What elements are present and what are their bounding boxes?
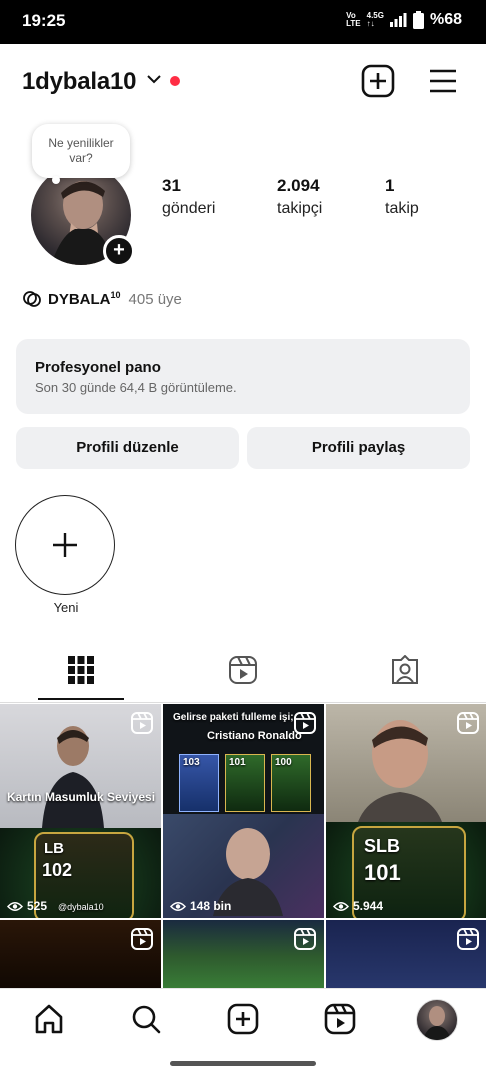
card-2: 101 [225, 754, 265, 812]
profile-avatar-nav[interactable] [416, 999, 458, 1041]
card-rating: 101 [229, 757, 246, 768]
new-highlight-button[interactable] [15, 495, 115, 595]
post-tile[interactable] [0, 920, 161, 988]
stat-following[interactable]: 1 takip [385, 176, 419, 218]
channel-name: DYBALA [48, 291, 111, 308]
note-bubble-tail [52, 176, 60, 184]
battery-icon [412, 11, 424, 29]
bottom-navigation [0, 988, 486, 1081]
post-views: 525 [7, 899, 47, 913]
card-rating: 101 [364, 860, 401, 885]
card-position: SLB [364, 836, 400, 856]
card-3: 100 [271, 754, 311, 812]
stat-value: 2.094 [277, 176, 320, 195]
post-caption: Kartın Masumluk Seviyesi [6, 790, 156, 804]
card-rating: 100 [275, 757, 292, 768]
profile-header: 1dybala10 [0, 44, 486, 120]
post-views-count: 148 bin [190, 899, 232, 913]
network-type: 4.5G ↑↓ [366, 11, 384, 28]
profile-avatar-photo [423, 1006, 451, 1040]
posts-grid: Kartın Masumluk Seviyesi LB 102 @dybala1… [0, 704, 486, 988]
channel-members: 405 üye [128, 290, 182, 308]
reel-icon [131, 712, 153, 734]
add-story-button[interactable]: + [103, 235, 135, 267]
post-views: 5.944 [333, 899, 383, 913]
create-post-icon[interactable] [227, 1003, 259, 1035]
reel-icon [457, 712, 479, 734]
card-rating: 103 [183, 757, 200, 768]
home-indicator [170, 1061, 316, 1066]
edit-profile-button[interactable]: Profili düzenle [16, 427, 239, 469]
post-watermark: @dybala10 [58, 902, 104, 912]
note-line2: var? [69, 151, 93, 165]
dashboard-subtitle: Son 30 günde 64,4 B görüntüleme. [35, 380, 237, 395]
post-person-image [358, 720, 442, 822]
reel-icon [294, 928, 316, 950]
broadcast-channel-icon [23, 291, 41, 307]
broadcast-channel[interactable]: DYBALA10 405 üye [22, 290, 182, 308]
profile-tabs [0, 640, 486, 703]
reels-icon[interactable] [324, 1003, 356, 1035]
reels-tab-icon[interactable] [228, 655, 258, 685]
note-line1: Ne yenilikler [48, 136, 114, 150]
reel-icon [294, 712, 316, 734]
eye-icon [333, 901, 349, 911]
stat-followers[interactable]: 2.094 takipçi [277, 176, 322, 218]
card-1: 103 [179, 754, 219, 812]
post-views-count: 525 [27, 899, 48, 913]
status-bar: 19:25 Vo LTE 4.5G ↑↓ %68 [0, 0, 486, 44]
eye-icon [170, 901, 186, 911]
dashboard-title: Profesyonel pano [35, 359, 161, 376]
notification-dot [170, 76, 180, 86]
note-bubble[interactable]: Ne yenilikler var? [32, 124, 130, 178]
share-profile-button[interactable]: Profili paylaş [247, 427, 470, 469]
post-tile[interactable] [163, 920, 324, 988]
post-person-image [42, 726, 104, 828]
professional-dashboard[interactable]: Profesyonel pano Son 30 günde 64,4 B gör… [16, 339, 470, 414]
post-tile[interactable]: Kartın Masumluk Seviyesi LB 102 @dybala1… [0, 704, 161, 918]
chevron-down-icon[interactable] [147, 74, 161, 84]
post-caption: Gelirse paketi fulleme işi; [173, 712, 294, 723]
search-icon[interactable] [130, 1003, 162, 1035]
stat-label: gönderi [162, 200, 216, 217]
new-highlight-label: Yeni [53, 600, 79, 615]
post-views: 148 bin [170, 899, 231, 913]
reel-icon [457, 928, 479, 950]
channel-name-sup: 10 [110, 290, 121, 300]
battery-level: %68 [429, 11, 462, 28]
reel-icon [131, 928, 153, 950]
card-position: LB [44, 840, 64, 857]
eye-icon [7, 901, 23, 911]
network-indicator: Vo LTE [346, 11, 361, 28]
username[interactable]: 1dybala10 [22, 68, 136, 96]
plus-icon [52, 532, 77, 557]
home-icon[interactable] [33, 1003, 65, 1035]
signal-icon [389, 13, 407, 27]
card-rating: 102 [42, 860, 73, 880]
status-time: 19:25 [22, 11, 66, 30]
stat-label: takip [385, 200, 419, 217]
tagged-tab-icon[interactable] [390, 655, 420, 685]
post-tile[interactable]: SLB 101 5.944 [326, 704, 486, 918]
post-tile[interactable] [326, 920, 486, 988]
menu-icon[interactable] [426, 64, 460, 98]
stat-posts[interactable]: 31 gönderi [162, 176, 215, 218]
stat-value: 1 [385, 176, 395, 195]
status-right: Vo LTE 4.5G ↑↓ %68 [346, 11, 462, 29]
post-title: Cristiano Ronaldo [207, 730, 302, 742]
stat-label: takipçi [277, 200, 323, 217]
post-views-count: 5.944 [353, 899, 384, 913]
post-tile[interactable]: Gelirse paketi fulleme işi; Cristiano Ro… [163, 704, 324, 918]
grid-icon[interactable] [68, 655, 94, 685]
active-tab-indicator [38, 698, 124, 700]
stat-value: 31 [162, 176, 181, 195]
create-icon[interactable] [361, 64, 395, 98]
